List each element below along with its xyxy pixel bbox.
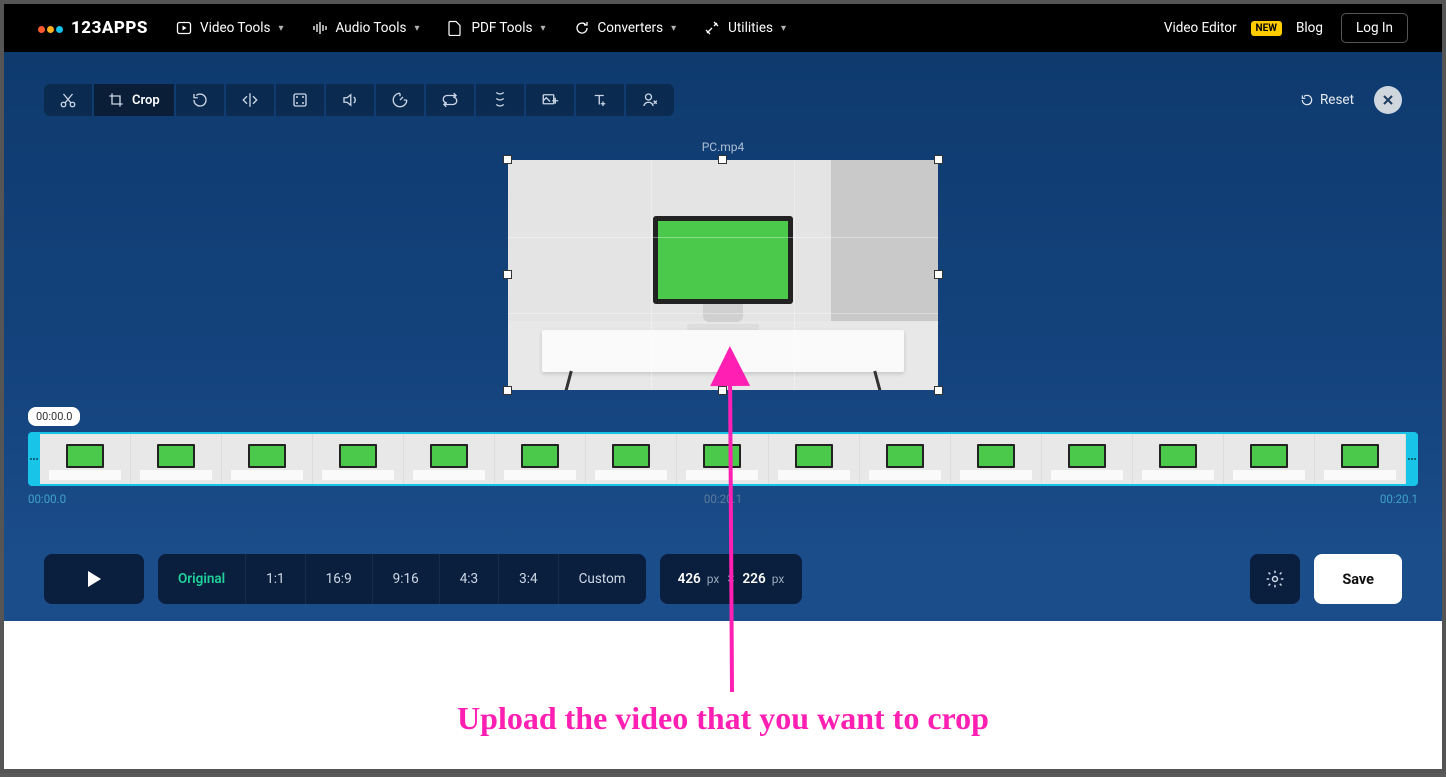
settings-button[interactable] [1250,554,1300,604]
ratio-custom[interactable]: Custom [558,554,646,604]
chevron-down-icon: ▾ [414,23,419,34]
timeline-thumb[interactable] [951,434,1042,484]
timeline-handle-right[interactable] [1406,432,1418,486]
waveform-icon [312,20,328,36]
nav-blog[interactable]: Blog [1296,20,1323,36]
ratio-original[interactable]: Original [158,554,245,604]
timeline-thumb[interactable] [1042,434,1133,484]
crop-tool[interactable]: Crop [94,84,174,116]
annotation-area: Upload the video that you want to crop [4,621,1442,769]
stabilize-tool[interactable] [476,84,524,116]
reset-button[interactable]: Reset [1300,92,1354,108]
play-box-icon [176,20,192,36]
speed-tool[interactable] [376,84,424,116]
timeline-thumbs[interactable] [40,432,1406,486]
timeline-thumb[interactable] [404,434,495,484]
timeline[interactable] [28,432,1418,486]
cut-tool[interactable] [44,84,92,116]
remove-logo-tool[interactable] [626,84,674,116]
ratio-1-1[interactable]: 1:1 [245,554,304,604]
nav-converters[interactable]: Converters ▾ [574,20,677,36]
save-button[interactable]: Save [1314,554,1402,604]
dim-width: 426 [678,571,701,587]
close-icon [1382,94,1394,106]
timeline-thumb[interactable] [860,434,951,484]
crop-handle-tr[interactable] [934,155,943,164]
file-name: PC.mp4 [702,140,745,154]
timeline-times: 00:00.0 00:20.1 00:20.1 [28,492,1418,506]
refresh-icon [574,20,590,36]
nav-video-tools[interactable]: Video Tools ▾ [176,20,284,36]
timeline-thumb[interactable] [495,434,586,484]
timeline-thumb[interactable] [222,434,313,484]
annotation-text: Upload the video that you want to crop [4,700,1442,737]
nav-utilities[interactable]: Utilities ▾ [704,20,786,36]
file-icon [447,20,463,36]
logo-text: 123APPS [71,18,148,38]
nav-video-editor[interactable]: Video Editor NEW [1164,20,1282,36]
nav-pdf-tools[interactable]: PDF Tools ▾ [447,20,545,36]
timeline-thumb[interactable] [1315,434,1406,484]
timeline-end: 00:20.1 [1380,492,1418,506]
logo-dots-icon [38,18,65,38]
chevron-down-icon: ▾ [540,23,545,34]
crop-handle-ml[interactable] [503,270,512,279]
video-preview[interactable] [508,160,938,390]
flip-tool[interactable] [226,84,274,116]
volume-tool[interactable] [326,84,374,116]
timeline-thumb[interactable] [40,434,131,484]
crop-handle-bm[interactable] [718,386,727,395]
ratio-3-4[interactable]: 3:4 [498,554,557,604]
crop-handle-mr[interactable] [934,270,943,279]
crop-label: Crop [132,93,160,108]
chevron-down-icon: ▾ [781,23,786,34]
play-button[interactable] [44,554,144,604]
loop-tool[interactable] [426,84,474,116]
timeline-thumb[interactable] [1133,434,1224,484]
timeline-marker: 00:00.0 [28,407,80,426]
ratio-9-16[interactable]: 9:16 [372,554,439,604]
logo[interactable]: 123APPS [38,18,148,38]
timeline-thumb[interactable] [677,434,768,484]
timeline-thumb[interactable] [313,434,404,484]
editor-area: Crop Reset PC.mp4 [4,52,1442,628]
controls-bar: Original 1:1 16:9 9:16 4:3 3:4 Custom 42… [44,554,1402,604]
crop-handle-br[interactable] [934,386,943,395]
aspect-ratio-group: Original 1:1 16:9 9:16 4:3 3:4 Custom [158,554,646,604]
timeline-handle-left[interactable] [28,432,40,486]
crop-handle-tl[interactable] [503,155,512,164]
chevron-down-icon: ▾ [279,23,284,34]
times-icon: × [727,571,734,587]
tools-icon [704,20,720,36]
timeline-mid: 00:20.1 [704,492,742,506]
crop-overlay[interactable] [508,160,938,390]
close-button[interactable] [1374,86,1402,114]
new-badge: NEW [1251,21,1282,36]
ratio-16-9[interactable]: 16:9 [305,554,372,604]
crop-handle-bl[interactable] [503,386,512,395]
timeline-thumb[interactable] [769,434,860,484]
ratio-4-3[interactable]: 4:3 [439,554,498,604]
gear-icon [1265,569,1285,589]
rotate-tool[interactable] [176,84,224,116]
play-icon [86,570,102,588]
timeline-thumb[interactable] [1224,434,1315,484]
top-nav: 123APPS Video Tools ▾ Audio Tools ▾ PDF … [4,4,1442,52]
login-button[interactable]: Log In [1341,13,1408,43]
text-tool[interactable] [576,84,624,116]
tool-toolbar: Crop [44,84,674,116]
chevron-down-icon: ▾ [671,23,676,34]
timeline-thumb[interactable] [586,434,677,484]
timeline-thumb[interactable] [131,434,222,484]
crop-handle-tm[interactable] [718,155,727,164]
undo-icon [1300,93,1314,107]
nav-audio-tools[interactable]: Audio Tools ▾ [312,20,420,36]
dim-height: 226 [743,571,766,587]
image-tool[interactable] [526,84,574,116]
resize-tool[interactable] [276,84,324,116]
timeline-start: 00:00.0 [28,492,66,506]
dimensions-display[interactable]: 426 px × 226 px [660,554,803,604]
